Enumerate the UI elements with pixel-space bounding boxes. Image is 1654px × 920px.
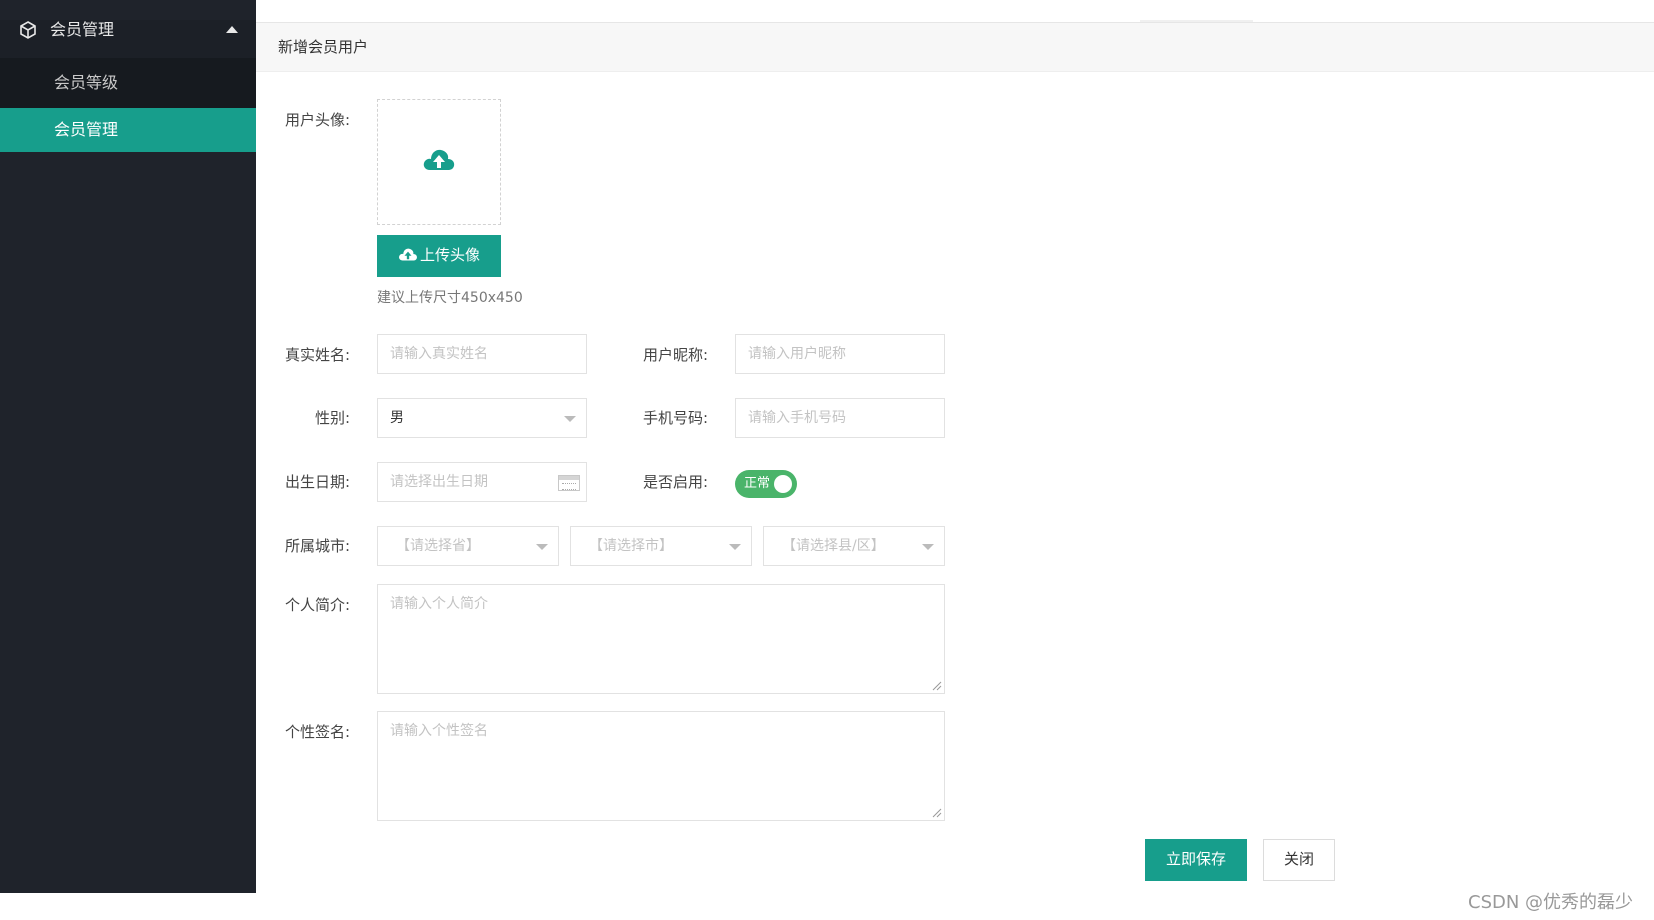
city-select[interactable]: 【请选择市】 xyxy=(570,526,752,566)
birthday-input[interactable]: 请选择出生日期 xyxy=(377,462,587,502)
phone-input[interactable]: 请输入手机号码 xyxy=(735,398,945,438)
gender-select[interactable]: 男 xyxy=(377,398,587,438)
city-placeholder: 【请选择市】 xyxy=(589,538,673,554)
chevron-down-icon xyxy=(729,544,741,550)
watermark: CSDN @优秀的磊少 xyxy=(1468,892,1634,913)
upload-avatar-button[interactable]: 上传头像 xyxy=(377,235,501,277)
gender-value: 男 xyxy=(390,410,404,426)
city-label: 所属城市: xyxy=(284,537,350,555)
province-placeholder: 【请选择省】 xyxy=(396,538,480,554)
sidebar-item-member-level[interactable]: 会员等级 xyxy=(0,58,256,108)
chevron-down-icon xyxy=(922,544,934,550)
cloud-upload-icon xyxy=(423,149,455,170)
bio-placeholder: 请输入个人简介 xyxy=(390,596,488,612)
district-select[interactable]: 【请选择县/区】 xyxy=(763,526,945,566)
sidebar-section-label: 会员管理 xyxy=(50,20,115,39)
cube-icon xyxy=(20,21,36,39)
signature-placeholder: 请输入个性签名 xyxy=(390,723,488,739)
resize-handle-icon[interactable] xyxy=(932,681,942,691)
toggle-label: 正常 xyxy=(744,476,771,491)
save-button[interactable]: 立即保存 xyxy=(1145,839,1247,881)
bio-textarea[interactable]: 请输入个人简介 xyxy=(377,584,945,694)
toggle-knob xyxy=(774,475,792,493)
cloud-upload-icon xyxy=(399,248,417,261)
close-button[interactable]: 关闭 xyxy=(1263,839,1335,881)
resize-handle-icon[interactable] xyxy=(932,808,942,818)
nickname-input[interactable]: 请输入用户昵称 xyxy=(735,334,945,374)
signature-label: 个性签名: xyxy=(284,723,350,741)
phone-label: 手机号码: xyxy=(642,409,708,427)
sidebar-item-label: 会员管理 xyxy=(54,120,119,139)
sidebar-item-label: 会员等级 xyxy=(54,73,119,92)
page-header: 新增会员用户 xyxy=(256,23,1654,72)
sidebar-section-member-management[interactable]: 会员管理 xyxy=(0,20,256,58)
real-name-input[interactable]: 请输入真实姓名 xyxy=(377,334,587,374)
signature-textarea[interactable]: 请输入个性签名 xyxy=(377,711,945,821)
enabled-label: 是否启用: xyxy=(642,473,708,491)
real-name-label: 真实姓名: xyxy=(284,346,350,364)
calendar-icon xyxy=(558,475,580,491)
birthday-placeholder: 请选择出生日期 xyxy=(390,474,488,490)
sidebar-item-member-management[interactable]: 会员管理 xyxy=(0,108,256,152)
chevron-down-icon xyxy=(564,416,576,422)
chevron-down-icon xyxy=(536,544,548,550)
caret-up-icon xyxy=(226,26,238,33)
nickname-label: 用户昵称: xyxy=(642,346,708,364)
avatar-label: 用户头像: xyxy=(284,111,350,129)
district-placeholder: 【请选择县/区】 xyxy=(782,538,885,554)
avatar-preview[interactable] xyxy=(377,99,501,225)
sidebar: 会员管理 会员等级 会员管理 xyxy=(0,0,256,893)
upload-avatar-label: 上传头像 xyxy=(419,247,480,264)
province-select[interactable]: 【请选择省】 xyxy=(377,526,559,566)
avatar-size-hint: 建议上传尺寸450x450 xyxy=(377,290,523,306)
gender-label: 性别: xyxy=(314,409,350,427)
page-title: 新增会员用户 xyxy=(278,38,369,56)
birthday-label: 出生日期: xyxy=(284,473,350,491)
bio-label: 个人简介: xyxy=(284,596,350,614)
enabled-toggle[interactable]: 正常 xyxy=(735,470,797,498)
